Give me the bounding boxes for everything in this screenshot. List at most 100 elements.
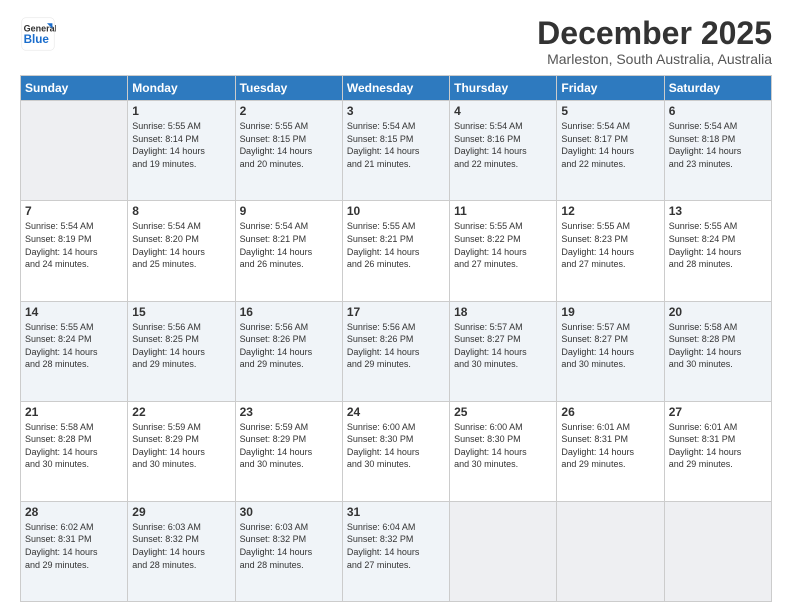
cell-day-number: 6 [669, 104, 767, 118]
calendar-cell: 17Sunrise: 5:56 AM Sunset: 8:26 PM Dayli… [342, 301, 449, 401]
cell-info-text: Sunrise: 6:00 AM Sunset: 8:30 PM Dayligh… [347, 421, 445, 471]
cell-info-text: Sunrise: 5:56 AM Sunset: 8:26 PM Dayligh… [240, 321, 338, 371]
logo-icon: General Blue [20, 16, 56, 52]
cell-info-text: Sunrise: 5:56 AM Sunset: 8:26 PM Dayligh… [347, 321, 445, 371]
calendar-cell: 31 Sunrise: 6:04 AM Sunset: 8:32 PM Dayli… [342, 501, 449, 601]
calendar-cell: 20 Sunrise: 5:58 AM Sunset: 8:28 PM Dayli… [664, 301, 771, 401]
cell-info-text: Sunrise: 5:54 AM Sunset: 8:19 PM Dayligh… [25, 220, 123, 270]
calendar-week-row: 1 Sunrise: 5:55 AM Sunset: 8:14 PM Daylig… [21, 101, 772, 201]
weekday-header-wednesday: Wednesday [342, 76, 449, 101]
cell-day-number: 2 [240, 104, 338, 118]
cell-info-text: Sunrise: 5:54 AM Sunset: 8:15 PM Dayligh… [347, 120, 445, 170]
cell-day-number: 12 [561, 204, 659, 218]
cell-info-text: Sunrise: 5:57 AM Sunset: 8:27 PM Dayligh… [454, 321, 552, 371]
cell-day-number: 15 [132, 305, 230, 319]
cell-info-text: Sunrise: 5:55 AM Sunset: 8:21 PM Dayligh… [347, 220, 445, 270]
title-block: December 2025 Marleston, South Australia… [537, 16, 772, 67]
weekday-header-thursday: Thursday [450, 76, 557, 101]
cell-day-number: 31 [347, 505, 445, 519]
calendar-cell: 6 Sunrise: 5:54 AM Sunset: 8:18 PM Daylig… [664, 101, 771, 201]
cell-info-text: Sunrise: 5:55 AM Sunset: 8:22 PM Dayligh… [454, 220, 552, 270]
calendar-cell: 14Sunrise: 5:55 AM Sunset: 8:24 PM Dayli… [21, 301, 128, 401]
calendar-week-row: 14Sunrise: 5:55 AM Sunset: 8:24 PM Dayli… [21, 301, 772, 401]
weekday-header-sunday: Sunday [21, 76, 128, 101]
cell-info-text: Sunrise: 5:54 AM Sunset: 8:18 PM Dayligh… [669, 120, 767, 170]
location-subtitle: Marleston, South Australia, Australia [537, 51, 772, 67]
calendar-cell: 29 Sunrise: 6:03 AM Sunset: 8:32 PM Dayli… [128, 501, 235, 601]
cell-day-number: 8 [132, 204, 230, 218]
cell-day-number: 20 [669, 305, 767, 319]
cell-info-text: Sunrise: 5:55 AM Sunset: 8:15 PM Dayligh… [240, 120, 338, 170]
calendar-cell: 4 Sunrise: 5:54 AM Sunset: 8:16 PM Daylig… [450, 101, 557, 201]
logo: General Blue [20, 16, 58, 52]
cell-day-number: 29 [132, 505, 230, 519]
cell-day-number: 23 [240, 405, 338, 419]
month-title: December 2025 [537, 16, 772, 51]
cell-day-number: 22 [132, 405, 230, 419]
cell-day-number: 11 [454, 204, 552, 218]
cell-day-number: 13 [669, 204, 767, 218]
calendar-cell: 22Sunrise: 5:59 AM Sunset: 8:29 PM Dayli… [128, 401, 235, 501]
cell-info-text: Sunrise: 6:03 AM Sunset: 8:32 PM Dayligh… [132, 521, 230, 571]
cell-day-number: 19 [561, 305, 659, 319]
weekday-header-saturday: Saturday [664, 76, 771, 101]
page: General Blue December 2025 Marleston, So… [0, 0, 792, 612]
cell-day-number: 9 [240, 204, 338, 218]
cell-info-text: Sunrise: 6:04 AM Sunset: 8:32 PM Dayligh… [347, 521, 445, 571]
cell-info-text: Sunrise: 5:55 AM Sunset: 8:14 PM Dayligh… [132, 120, 230, 170]
calendar-cell: 1 Sunrise: 5:55 AM Sunset: 8:14 PM Daylig… [128, 101, 235, 201]
cell-day-number: 21 [25, 405, 123, 419]
calendar-week-row: 7 Sunrise: 5:54 AM Sunset: 8:19 PM Daylig… [21, 201, 772, 301]
cell-day-number: 3 [347, 104, 445, 118]
calendar-cell: 26 Sunrise: 6:01 AM Sunset: 8:31 PM Dayli… [557, 401, 664, 501]
calendar-cell: 15Sunrise: 5:56 AM Sunset: 8:25 PM Dayli… [128, 301, 235, 401]
calendar-cell: 2 Sunrise: 5:55 AM Sunset: 8:15 PM Daylig… [235, 101, 342, 201]
cell-day-number: 26 [561, 405, 659, 419]
cell-info-text: Sunrise: 5:54 AM Sunset: 8:16 PM Dayligh… [454, 120, 552, 170]
cell-day-number: 27 [669, 405, 767, 419]
calendar-cell: 5Sunrise: 5:54 AM Sunset: 8:17 PM Daylig… [557, 101, 664, 201]
cell-info-text: Sunrise: 5:57 AM Sunset: 8:27 PM Dayligh… [561, 321, 659, 371]
calendar-cell [664, 501, 771, 601]
calendar-cell: 24Sunrise: 6:00 AM Sunset: 8:30 PM Dayli… [342, 401, 449, 501]
calendar-cell: 9 Sunrise: 5:54 AM Sunset: 8:21 PM Daylig… [235, 201, 342, 301]
svg-text:Blue: Blue [24, 33, 50, 46]
weekday-header-friday: Friday [557, 76, 664, 101]
cell-info-text: Sunrise: 5:55 AM Sunset: 8:24 PM Dayligh… [25, 321, 123, 371]
weekday-header-tuesday: Tuesday [235, 76, 342, 101]
calendar-cell: 12 Sunrise: 5:55 AM Sunset: 8:23 PM Dayli… [557, 201, 664, 301]
calendar-cell: 21 Sunrise: 5:58 AM Sunset: 8:28 PM Dayli… [21, 401, 128, 501]
cell-info-text: Sunrise: 6:02 AM Sunset: 8:31 PM Dayligh… [25, 521, 123, 571]
cell-day-number: 4 [454, 104, 552, 118]
header: General Blue December 2025 Marleston, So… [20, 16, 772, 67]
calendar-cell [557, 501, 664, 601]
cell-info-text: Sunrise: 5:58 AM Sunset: 8:28 PM Dayligh… [669, 321, 767, 371]
calendar-cell: 27 Sunrise: 6:01 AM Sunset: 8:31 PM Dayli… [664, 401, 771, 501]
calendar-cell: 30Sunrise: 6:03 AM Sunset: 8:32 PM Dayli… [235, 501, 342, 601]
calendar-cell: 19 Sunrise: 5:57 AM Sunset: 8:27 PM Dayli… [557, 301, 664, 401]
cell-info-text: Sunrise: 6:01 AM Sunset: 8:31 PM Dayligh… [669, 421, 767, 471]
calendar-table: SundayMondayTuesdayWednesdayThursdayFrid… [20, 75, 772, 602]
calendar-cell: 13Sunrise: 5:55 AM Sunset: 8:24 PM Dayli… [664, 201, 771, 301]
cell-day-number: 16 [240, 305, 338, 319]
cell-day-number: 1 [132, 104, 230, 118]
calendar-cell: 3 Sunrise: 5:54 AM Sunset: 8:15 PM Daylig… [342, 101, 449, 201]
cell-day-number: 10 [347, 204, 445, 218]
cell-info-text: Sunrise: 5:54 AM Sunset: 8:17 PM Dayligh… [561, 120, 659, 170]
cell-day-number: 25 [454, 405, 552, 419]
calendar-cell: 8Sunrise: 5:54 AM Sunset: 8:20 PM Daylig… [128, 201, 235, 301]
cell-info-text: Sunrise: 6:00 AM Sunset: 8:30 PM Dayligh… [454, 421, 552, 471]
cell-info-text: Sunrise: 6:01 AM Sunset: 8:31 PM Dayligh… [561, 421, 659, 471]
calendar-cell: 16 Sunrise: 5:56 AM Sunset: 8:26 PM Dayli… [235, 301, 342, 401]
calendar-cell [21, 101, 128, 201]
cell-day-number: 28 [25, 505, 123, 519]
weekday-header-row: SundayMondayTuesdayWednesdayThursdayFrid… [21, 76, 772, 101]
calendar-cell: 28 Sunrise: 6:02 AM Sunset: 8:31 PM Dayli… [21, 501, 128, 601]
weekday-header-monday: Monday [128, 76, 235, 101]
calendar-week-row: 28 Sunrise: 6:02 AM Sunset: 8:31 PM Dayli… [21, 501, 772, 601]
cell-info-text: Sunrise: 5:58 AM Sunset: 8:28 PM Dayligh… [25, 421, 123, 471]
calendar-cell: 25 Sunrise: 6:00 AM Sunset: 8:30 PM Dayli… [450, 401, 557, 501]
cell-info-text: Sunrise: 5:54 AM Sunset: 8:21 PM Dayligh… [240, 220, 338, 270]
cell-day-number: 7 [25, 204, 123, 218]
cell-info-text: Sunrise: 5:55 AM Sunset: 8:23 PM Dayligh… [561, 220, 659, 270]
